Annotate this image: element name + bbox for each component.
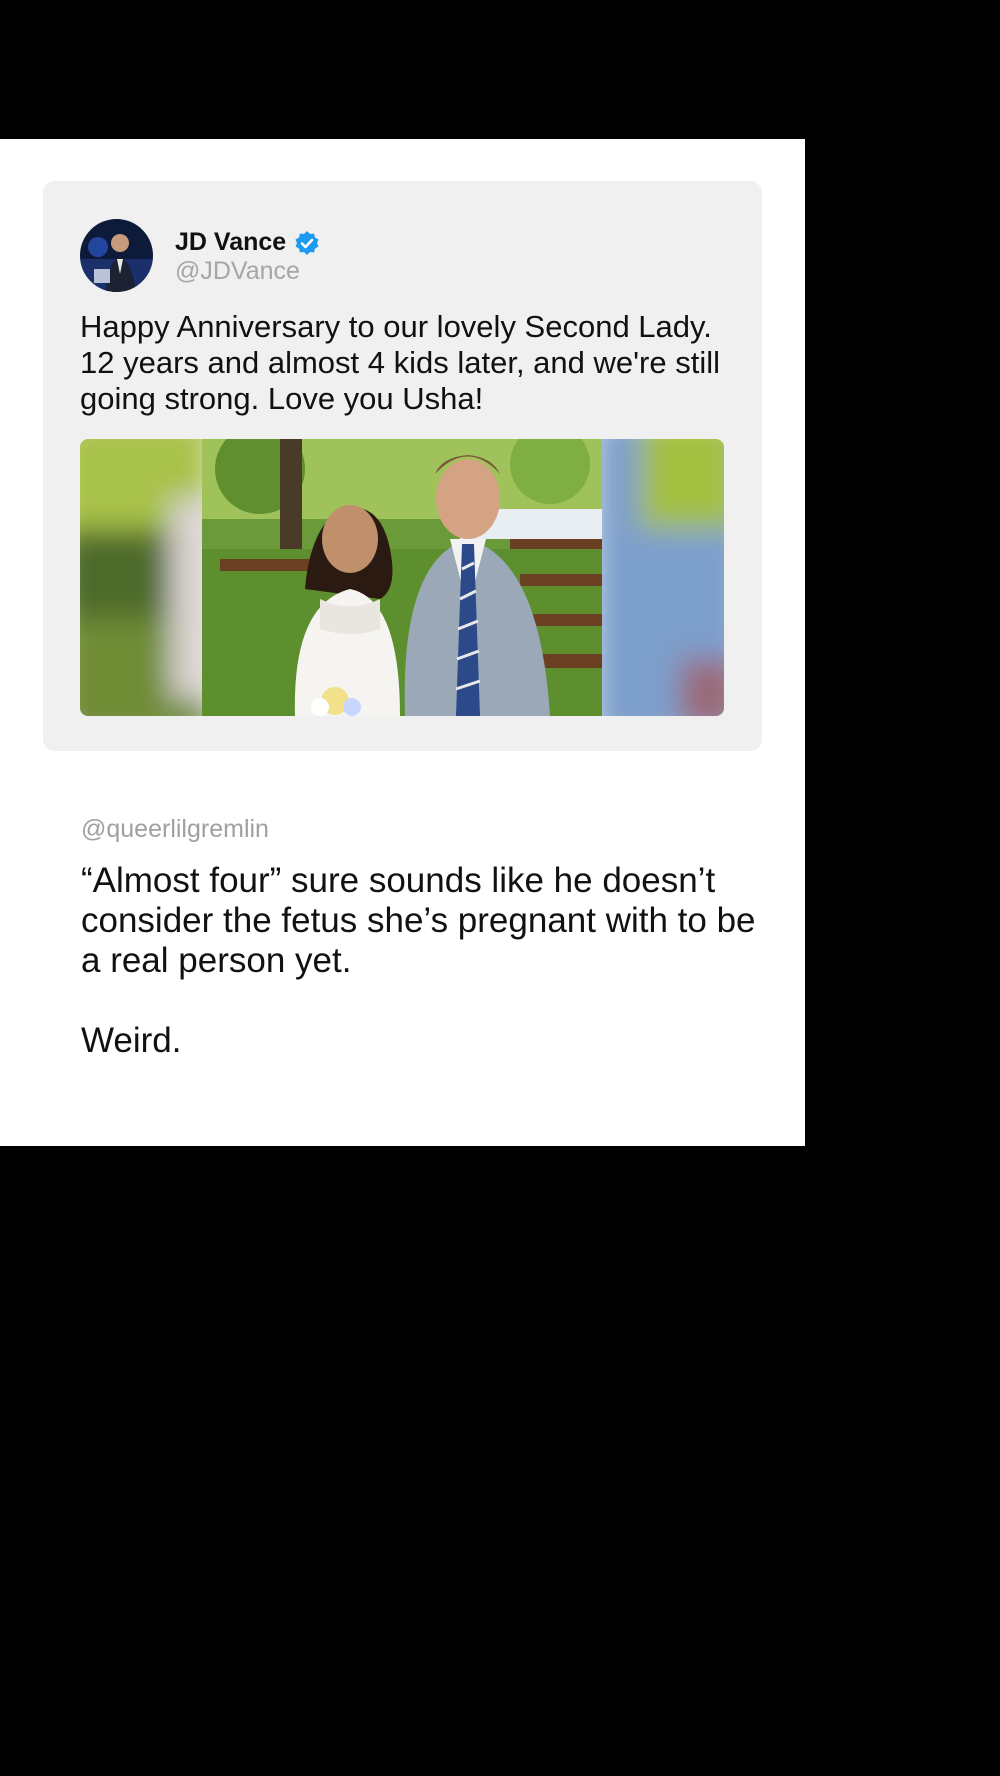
reply-handle[interactable]: @queerlilgremlin [81,815,269,844]
avatar[interactable] [80,219,153,292]
author-name[interactable]: JD Vance [175,228,320,257]
quoted-tweet[interactable]: JD Vance @JDVance Happy Anniversary to o… [43,181,762,751]
verified-badge-icon [294,230,320,256]
author-handle[interactable]: @JDVance [175,257,300,286]
screen: JD Vance @JDVance Happy Anniversary to o… [0,0,1000,1776]
tweet-text: Happy Anniversary to our lovely Second L… [80,309,721,416]
post-card: JD Vance @JDVance Happy Anniversary to o… [0,139,805,1146]
author-name-label: JD Vance [175,228,287,256]
reply-text: “Almost four” sure sounds like he doesn’… [81,861,756,1060]
tweet-photo[interactable] [80,439,724,716]
